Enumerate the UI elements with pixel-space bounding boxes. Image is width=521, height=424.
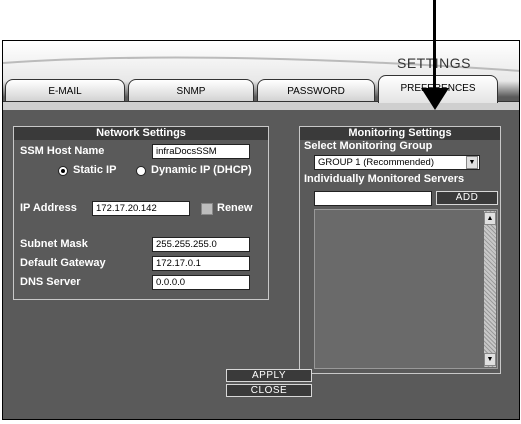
- subnet-mask-field[interactable]: 255.255.255.0: [152, 237, 250, 252]
- renew-checkbox[interactable]: [201, 203, 213, 215]
- dynamic-ip-radio[interactable]: [136, 166, 146, 176]
- default-gateway-field[interactable]: 172.17.0.1: [152, 256, 250, 271]
- static-ip-radio[interactable]: [58, 166, 68, 176]
- close-button[interactable]: CLOSE: [226, 384, 312, 397]
- down-arrow-icon: [421, 88, 449, 110]
- ip-address-field[interactable]: 172.17.20.142: [92, 201, 190, 216]
- monitoring-settings-panel: Monitoring Settings Select Monitoring Gr…: [299, 126, 501, 374]
- dns-server-label: DNS Server: [20, 276, 81, 288]
- tab-password[interactable]: PASSWORD: [257, 79, 375, 103]
- monitored-servers-list[interactable]: ▲ ▼: [314, 209, 498, 369]
- network-settings-panel: Network Settings SSM Host Name infraDocs…: [13, 126, 269, 300]
- scroll-down-icon[interactable]: ▼: [484, 353, 496, 366]
- callout-arrow-shaft: [433, 0, 436, 98]
- renew-label: Renew: [217, 202, 253, 214]
- network-settings-title: Network Settings: [14, 127, 268, 140]
- tab-snmp[interactable]: SNMP: [128, 79, 254, 103]
- dynamic-ip-label: Dynamic IP (DHCP): [151, 164, 252, 176]
- dropdown-arrow-icon[interactable]: ▼: [466, 156, 478, 169]
- static-ip-label: Static IP: [73, 164, 117, 176]
- monitoring-group-select[interactable]: GROUP 1 (Recommended) ▼: [314, 155, 480, 170]
- subnet-mask-label: Subnet Mask: [20, 238, 88, 250]
- monitored-servers-label: Individually Monitored Servers: [304, 173, 465, 185]
- list-scrollbar[interactable]: [484, 211, 496, 367]
- dns-server-field[interactable]: 0.0.0.0: [152, 275, 250, 290]
- add-server-button[interactable]: ADD: [436, 191, 498, 205]
- ip-address-label: IP Address: [20, 202, 77, 214]
- host-name-field[interactable]: infraDocsSSM: [152, 144, 250, 159]
- monitoring-settings-title: Monitoring Settings: [300, 127, 500, 140]
- monitoring-group-label: Select Monitoring Group: [304, 140, 433, 152]
- host-name-label: SSM Host Name: [20, 145, 105, 157]
- server-name-input[interactable]: [314, 191, 432, 206]
- default-gateway-label: Default Gateway: [20, 257, 106, 269]
- monitoring-group-value: GROUP 1 (Recommended): [318, 157, 434, 168]
- scroll-up-icon[interactable]: ▲: [484, 212, 496, 225]
- apply-button[interactable]: APPLY: [226, 369, 312, 382]
- tab-email[interactable]: E-MAIL: [5, 79, 125, 103]
